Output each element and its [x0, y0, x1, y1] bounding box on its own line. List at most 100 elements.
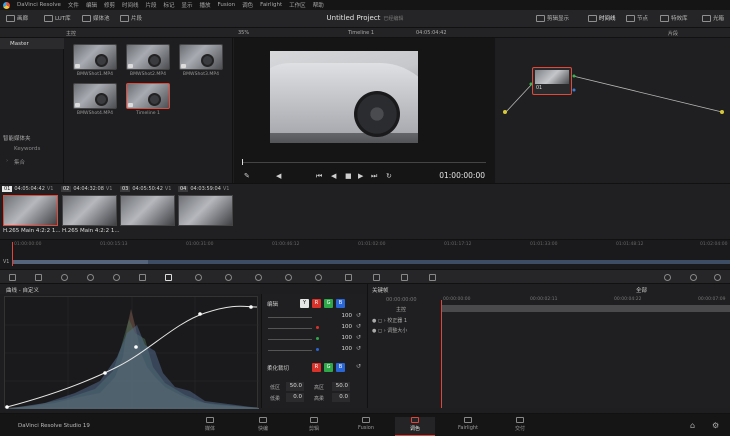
blue-slider[interactable] — [268, 350, 312, 351]
red-reset-icon[interactable]: ↺ — [356, 323, 361, 330]
menu-item-fairlight[interactable]: Fairlight — [260, 2, 282, 8]
y-channel-button[interactable]: Y — [300, 299, 309, 308]
high-soft-value[interactable]: 0.0 — [332, 393, 350, 402]
key-icon[interactable] — [373, 274, 380, 281]
strip-clip-3[interactable] — [120, 195, 175, 226]
collections-bin[interactable]: 集合 — [6, 158, 25, 166]
luma-slider[interactable] — [268, 317, 312, 318]
clip-thumbnail-1[interactable] — [73, 44, 117, 70]
menu-item-view[interactable]: 显示 — [182, 1, 193, 9]
page-fairlight-button[interactable]: Fairlight — [448, 417, 488, 431]
clip-thumbnail-3[interactable] — [179, 44, 223, 70]
soft-r-button[interactable]: R — [312, 363, 321, 372]
menu-item-fusion[interactable]: Fusion — [218, 2, 236, 8]
page-color-button[interactable]: 调色 — [395, 417, 435, 436]
menu-item-color[interactable]: 调色 — [242, 1, 253, 9]
rgb-mixer-icon[interactable] — [113, 274, 120, 281]
low-value[interactable]: 50.0 — [286, 382, 304, 391]
camera-raw-icon[interactable] — [9, 274, 16, 281]
color-wheels-icon[interactable] — [61, 274, 68, 281]
picker-icon[interactable]: ✎ — [244, 172, 250, 180]
menu-item-help[interactable]: 帮助 — [313, 1, 324, 9]
curves-graph[interactable] — [4, 296, 259, 409]
qualifier-icon[interactable] — [225, 274, 232, 281]
viewer-zoom[interactable]: 35% — [238, 30, 249, 36]
clip-thumbnail-4[interactable] — [73, 83, 117, 109]
menu-item-edit[interactable]: 编辑 — [86, 1, 97, 9]
keywords-bin[interactable]: Keywords — [14, 146, 40, 152]
menu-item-clip[interactable]: 片段 — [145, 1, 156, 9]
magic-mask-icon[interactable] — [315, 274, 322, 281]
menu-item-trim[interactable]: 修剪 — [104, 1, 115, 9]
3d-icon[interactable] — [429, 274, 436, 281]
stop-icon[interactable]: ■ — [345, 172, 352, 180]
corrector-node-01[interactable]: 01 — [532, 67, 572, 95]
blur-icon[interactable] — [345, 274, 352, 281]
play-icon[interactable]: ▶ — [358, 172, 363, 180]
menu-item-workspace[interactable]: 工作区 — [289, 1, 306, 9]
high-value[interactable]: 50.0 — [332, 382, 350, 391]
menu-item-file[interactable]: 文件 — [68, 1, 79, 9]
green-value[interactable]: 100 — [326, 335, 353, 341]
home-icon[interactable]: ⌂ — [690, 421, 695, 430]
keyframe-playhead[interactable] — [441, 300, 442, 408]
page-cut-button[interactable]: 快编 — [243, 417, 283, 432]
menu-item-timeline[interactable]: 时间线 — [122, 1, 139, 9]
low-soft-value[interactable]: 0.0 — [286, 393, 304, 402]
red-value[interactable]: 100 — [326, 324, 353, 330]
motion-effects-icon[interactable] — [139, 274, 146, 281]
red-slider[interactable] — [268, 328, 312, 329]
strip-clip-2[interactable] — [62, 195, 117, 226]
timeline-thumbnail[interactable] — [126, 83, 170, 109]
color-warper-icon[interactable] — [195, 274, 202, 281]
gallery-button[interactable]: 画廊 — [6, 14, 28, 22]
hdr-wheels-icon[interactable] — [87, 274, 94, 281]
luma-reset-icon[interactable]: ↺ — [356, 312, 361, 319]
nodes-button[interactable]: 节点 — [626, 14, 648, 22]
page-deliver-button[interactable]: 交付 — [500, 417, 540, 432]
loop-icon[interactable]: ↻ — [386, 172, 392, 180]
lut-button[interactable]: LUT库 — [44, 14, 71, 22]
page-edit-button[interactable]: 剪辑 — [294, 417, 334, 432]
menu-item-playback[interactable]: 播放 — [200, 1, 211, 9]
blue-value[interactable]: 100 — [326, 346, 353, 352]
scopes-icon[interactable] — [664, 274, 671, 281]
color-match-icon[interactable] — [35, 274, 42, 281]
sizing-row[interactable]: ● ◻ › 调整大小 — [372, 327, 407, 334]
page-media-button[interactable]: 媒体 — [190, 417, 230, 432]
window-icon[interactable] — [255, 274, 262, 281]
album-label[interactable]: 主控 — [66, 30, 76, 37]
menu-item-app[interactable]: DaVinci Resolve — [17, 2, 61, 8]
settings-icon[interactable]: ⚙ — [712, 421, 719, 430]
tracker-icon[interactable] — [285, 274, 292, 281]
page-fusion-button[interactable]: Fusion — [346, 417, 386, 431]
volume-icon[interactable]: ◀ — [276, 172, 281, 180]
menu-item-mark[interactable]: 标记 — [164, 1, 175, 9]
timeline-toggle-button[interactable]: 时间线 — [588, 14, 616, 22]
corrector-row[interactable]: ● ◻ › 校正器 1 — [372, 317, 407, 324]
soft-reset-icon[interactable]: ↺ — [356, 363, 361, 370]
r-channel-button[interactable]: R — [312, 299, 321, 308]
mini-track-selected-clip[interactable] — [12, 260, 148, 264]
mini-timeline[interactable]: 01:00:00:00 01:00:15:13 01:00:31:00 01:0… — [0, 239, 730, 269]
viewer-playhead[interactable] — [242, 159, 243, 165]
skip-end-icon[interactable]: ⏭ — [371, 172, 377, 181]
clip-button[interactable]: 片段 — [120, 14, 142, 22]
effects-button[interactable]: 特效库 — [660, 14, 688, 22]
media-pool-button[interactable]: 媒体池 — [82, 14, 110, 22]
viewer-scrubber[interactable] — [242, 162, 486, 163]
keyframes-filter[interactable]: 全部 — [636, 286, 647, 294]
curves-icon[interactable] — [165, 274, 172, 281]
green-slider[interactable] — [268, 339, 312, 340]
timeline-selector[interactable]: Timeline 1 — [348, 30, 374, 36]
mini-playhead[interactable] — [12, 242, 13, 266]
lightbox2-button[interactable]: 光箱 — [702, 14, 724, 22]
lightbox-button[interactable]: 剪辑显示 — [536, 14, 569, 22]
info-icon[interactable] — [714, 274, 721, 281]
master-bin[interactable]: Master — [0, 38, 64, 49]
soft-g-button[interactable]: G — [324, 363, 333, 372]
soft-b-button[interactable]: B — [336, 363, 345, 372]
info-panel-icon[interactable] — [690, 274, 697, 281]
node-mode-selector[interactable]: 片段 — [668, 30, 678, 37]
clip-thumbnail-2[interactable] — [126, 44, 170, 70]
